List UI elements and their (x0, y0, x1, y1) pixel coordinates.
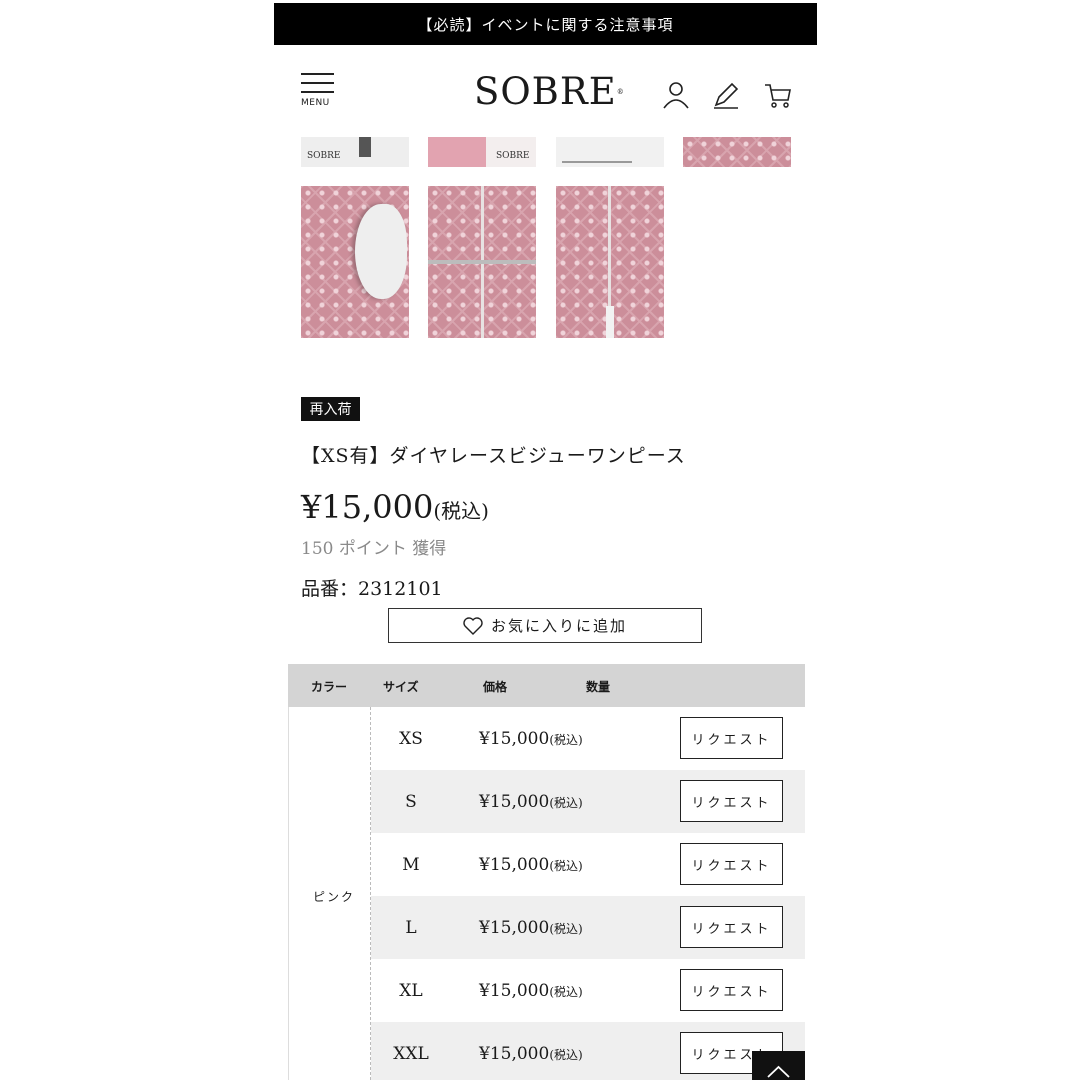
row-price-value: ¥15,000 (479, 729, 550, 749)
row-price: ¥15,000(税込) (479, 792, 583, 812)
row-price: ¥15,000(税込) (479, 729, 583, 749)
row-price-tax: (税込) (549, 796, 583, 810)
product-page: 【必読】イベントに関する注意事項 MENU SOBRE® SOBRE SOBRE (274, 0, 817, 1080)
favorite-label: お気に入りに追加 (490, 617, 627, 635)
row-price: ¥15,000(税込) (479, 1044, 583, 1064)
row-price-tax: (税込) (549, 859, 583, 873)
row-price: ¥15,000(税込) (479, 981, 583, 1001)
bijou-trim (428, 260, 536, 264)
thumb-logo: SOBRE (496, 151, 530, 161)
logo-text: SOBRE (474, 70, 617, 113)
mannequin-shoulder (355, 204, 407, 299)
row-size: XXL (393, 1044, 429, 1064)
thumb-logo: SOBRE (307, 151, 341, 161)
product-sku: 品番：2312101 (301, 578, 443, 600)
row-size: L (405, 918, 417, 938)
thumb-figure (359, 137, 371, 157)
pen-icon[interactable] (711, 80, 741, 110)
row-price-tax: (税込) (549, 733, 583, 747)
product-title: 【XS有】ダイヤレースビジューワンピース (301, 445, 686, 467)
row-price-value: ¥15,000 (479, 1044, 550, 1064)
gallery-thumb-5[interactable] (301, 186, 409, 338)
product-price: ¥15,000(税込) (301, 488, 489, 526)
heart-icon (463, 616, 483, 635)
request-button[interactable]: リクエスト (680, 906, 783, 948)
table-row: XL ¥15,000(税込) リクエスト (371, 959, 805, 1022)
user-icon[interactable] (661, 80, 691, 110)
price-tax: (税込) (433, 499, 489, 523)
row-size: M (402, 855, 420, 875)
notice-text: 【必読】イベントに関する注意事項 (417, 15, 674, 34)
row-price-tax: (税込) (549, 985, 583, 999)
row-price: ¥15,000(税込) (479, 855, 583, 875)
row-price-value: ¥15,000 (479, 918, 550, 938)
table-row: S ¥15,000(税込) リクエスト (371, 770, 805, 833)
chevron-up-icon (767, 1065, 790, 1078)
gallery-thumb-7[interactable] (556, 186, 664, 338)
site-logo[interactable]: SOBRE® (474, 70, 625, 113)
thumb-detail (562, 161, 632, 163)
row-size: S (405, 792, 417, 812)
price-value: ¥15,000 (301, 488, 434, 526)
back-zipper (608, 186, 611, 306)
row-price-value: ¥15,000 (479, 792, 550, 812)
request-button[interactable]: リクエスト (680, 717, 783, 759)
menu-button[interactable]: MENU (301, 73, 335, 113)
scroll-top-button[interactable] (752, 1051, 805, 1080)
header-color: カラー (311, 680, 348, 694)
header-quantity: 数量 (586, 680, 611, 694)
row-price-tax: (税込) (549, 922, 583, 936)
thumb-dress (428, 137, 486, 167)
points-earned: 150 ポイント 獲得 (301, 539, 447, 559)
table-row: M ¥15,000(税込) リクエスト (371, 833, 805, 896)
row-size: XL (399, 981, 423, 1001)
table-row: XS ¥15,000(税込) リクエスト (371, 707, 805, 770)
hamburger-line (301, 91, 334, 93)
restock-badge: 再入荷 (301, 397, 360, 421)
header-size: サイズ (383, 680, 419, 694)
row-price-value: ¥15,000 (479, 981, 550, 1001)
color-name: ピンク (313, 890, 356, 904)
gallery-thumb-4[interactable] (683, 137, 791, 167)
badge-text: 再入荷 (309, 402, 352, 418)
hamburger-line (301, 82, 334, 84)
gallery-thumb-3[interactable] (556, 137, 664, 167)
cart-icon[interactable] (763, 80, 793, 110)
row-size: XS (399, 729, 423, 749)
stock-table-header: カラー サイズ 価格 数量 (288, 664, 805, 707)
row-price-tax: (税込) (549, 1048, 583, 1062)
add-favorite-button[interactable]: お気に入りに追加 (388, 608, 702, 643)
table-row: XXL ¥15,000(税込) リクエスト (371, 1022, 805, 1080)
gallery-thumb-2[interactable]: SOBRE (428, 137, 536, 167)
request-button[interactable]: リクエスト (680, 843, 783, 885)
notice-banner[interactable]: 【必読】イベントに関する注意事項 (274, 3, 817, 45)
hamburger-line (301, 73, 334, 75)
registered-mark: ® (616, 88, 625, 96)
color-cell: ピンク (288, 707, 371, 1080)
menu-label: MENU (301, 98, 330, 108)
gallery-thumb-1[interactable]: SOBRE (301, 137, 409, 167)
request-button[interactable]: リクエスト (680, 969, 783, 1011)
table-row: L ¥15,000(税込) リクエスト (371, 896, 805, 959)
header-price: 価格 (483, 680, 508, 694)
back-slit (606, 306, 614, 338)
row-price: ¥15,000(税込) (479, 918, 583, 938)
gallery-thumb-6[interactable] (428, 186, 536, 338)
row-price-value: ¥15,000 (479, 855, 550, 875)
request-button[interactable]: リクエスト (680, 780, 783, 822)
